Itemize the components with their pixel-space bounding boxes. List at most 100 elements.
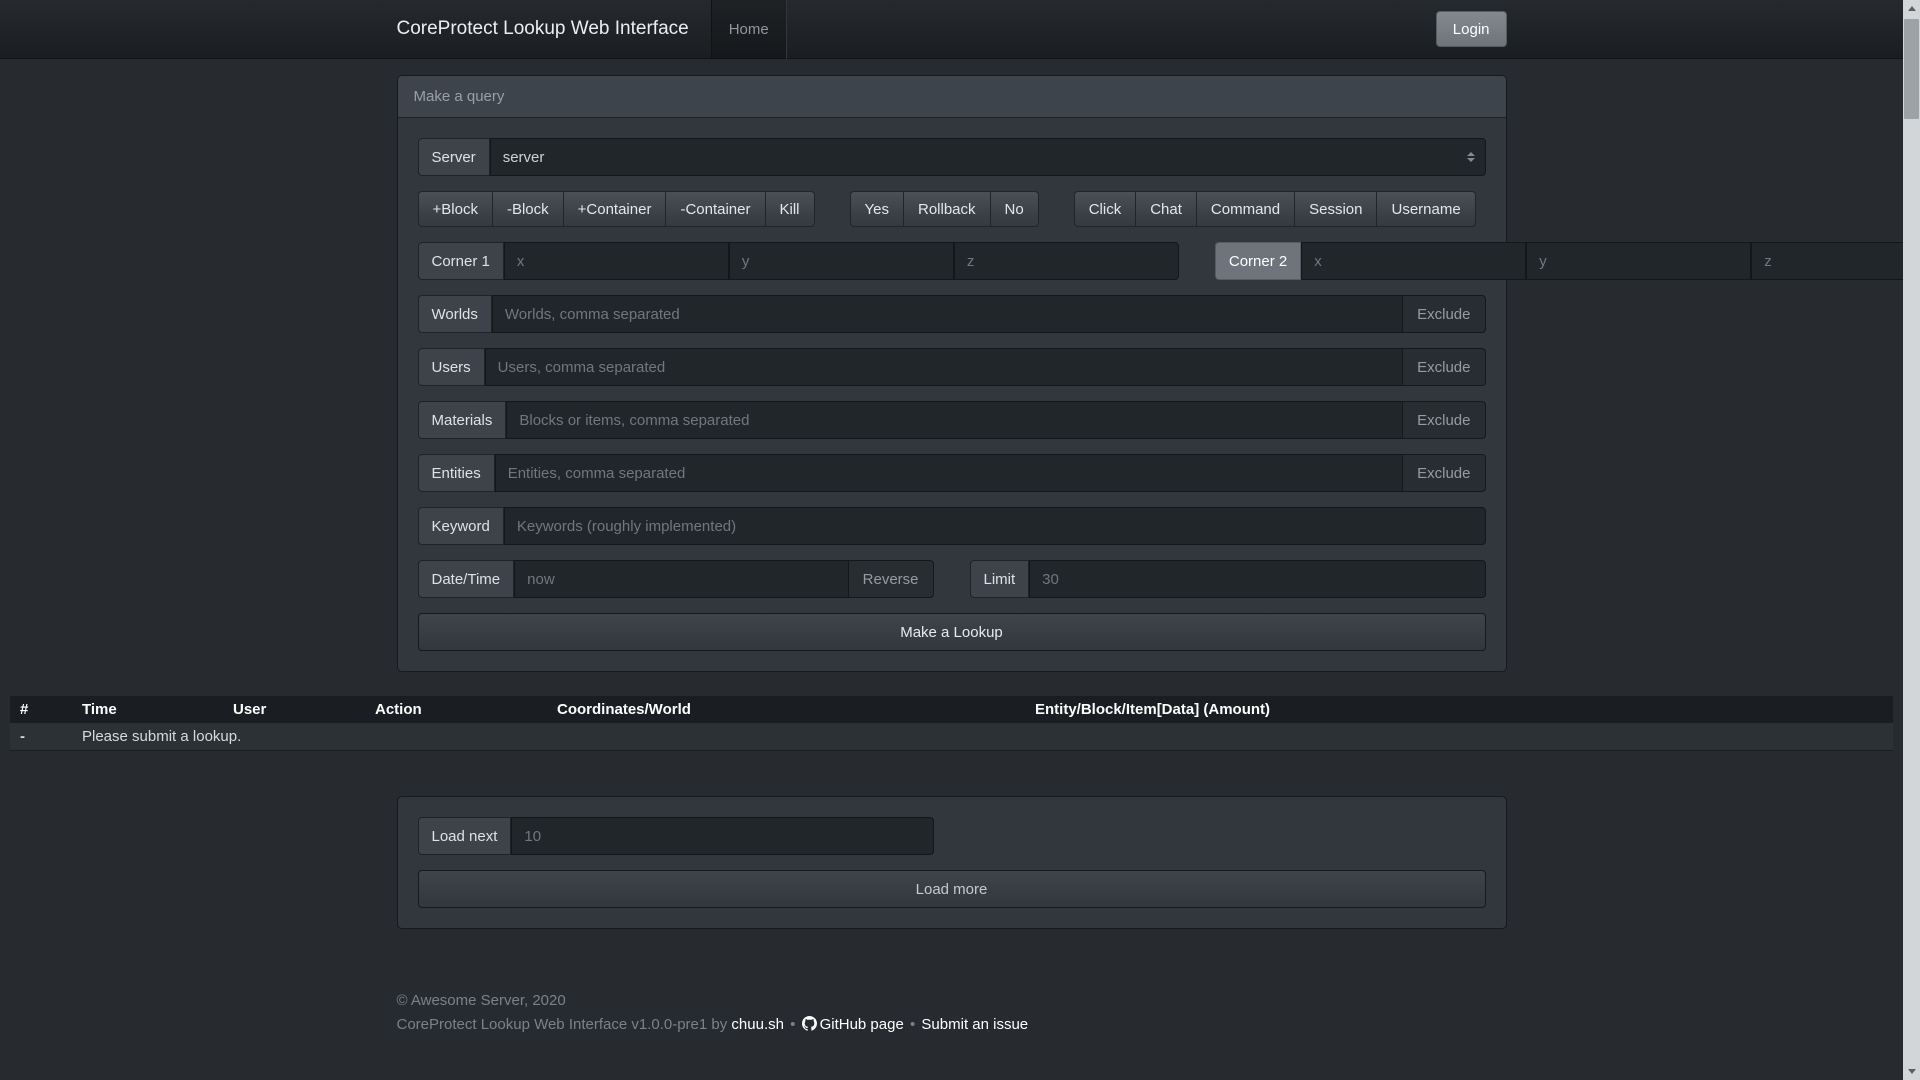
corner1-z-input[interactable]	[954, 242, 1179, 280]
load-next-spacer	[970, 817, 1486, 855]
toggle-session[interactable]: Session	[1294, 191, 1377, 227]
load-next-group: Load next	[418, 817, 934, 855]
app-title: CoreProtect Lookup Web Interface	[397, 18, 689, 40]
toggle-command[interactable]: Command	[1196, 191, 1295, 227]
limit-label: Limit	[970, 560, 1030, 598]
entities-row: Entities Exclude	[418, 454, 1486, 492]
entities-input[interactable]	[495, 454, 1403, 492]
corner1-y-input[interactable]	[729, 242, 954, 280]
navbar-inner: CoreProtect Lookup Web Interface Home Lo…	[382, 0, 1522, 58]
footer: © Awesome Server, 2020 CoreProtect Looku…	[397, 989, 1507, 1037]
materials-exclude-button[interactable]: Exclude	[1402, 401, 1485, 439]
corner2-x-input[interactable]	[1301, 242, 1526, 280]
row-message-cell: Please submit a lookup.	[72, 723, 1893, 751]
keyword-row: Keyword	[418, 507, 1486, 545]
limit-input[interactable]	[1029, 560, 1485, 598]
toggle-kill[interactable]: Kill	[765, 191, 815, 227]
toggle-rollback[interactable]: Rollback	[903, 191, 991, 227]
datetime-limit-row: Date/Time Reverse Limit	[418, 560, 1486, 598]
rollback-mode-group: Yes Rollback No	[850, 191, 1039, 227]
corner1-x-input[interactable]	[504, 242, 729, 280]
navbar: CoreProtect Lookup Web Interface Home Lo…	[0, 0, 1903, 59]
keyword-label: Keyword	[418, 507, 504, 545]
toggle-username[interactable]: Username	[1376, 191, 1475, 227]
nav-home[interactable]: Home	[711, 0, 787, 59]
col-coordinates: Coordinates/World	[547, 696, 1025, 723]
placeholder-row: - Please submit a lookup.	[10, 723, 1893, 751]
worlds-row: Worlds Exclude	[418, 295, 1486, 333]
reverse-button[interactable]: Reverse	[848, 560, 934, 598]
load-next-input[interactable]	[511, 817, 933, 855]
results-header-row: # Time User Action Coordinates/World Ent…	[10, 696, 1893, 723]
server-select-value: server	[503, 149, 545, 166]
toggle-click[interactable]: Click	[1074, 191, 1137, 227]
load-next-row: Load next	[418, 817, 1486, 855]
server-label: Server	[418, 138, 490, 176]
col-entity: Entity/Block/Item[Data] (Amount)	[1025, 696, 1893, 723]
col-index: #	[10, 696, 72, 723]
col-time: Time	[72, 696, 223, 723]
limit-group: Limit	[970, 560, 1486, 598]
toggle-block-remove[interactable]: -Block	[492, 191, 564, 227]
login-button[interactable]: Login	[1436, 11, 1507, 47]
main-container: Make a query Server server +Block -Block…	[382, 75, 1522, 672]
footer-link-chuush[interactable]: chuu.sh	[731, 1016, 784, 1033]
toggle-buttons-row: +Block -Block +Container -Container Kill…	[418, 191, 1486, 227]
datetime-input[interactable]	[514, 560, 849, 598]
toggle-chat[interactable]: Chat	[1135, 191, 1197, 227]
make-lookup-button[interactable]: Make a Lookup	[418, 613, 1486, 651]
datetime-group: Date/Time Reverse	[418, 560, 934, 598]
corner2-group: Corner 2	[1215, 242, 1920, 280]
corner2-label[interactable]: Corner 2	[1215, 242, 1301, 280]
results-table: # Time User Action Coordinates/World Ent…	[10, 696, 1893, 751]
action-type-group: Click Chat Command Session Username	[1074, 191, 1476, 227]
toggle-container-remove[interactable]: -Container	[665, 191, 765, 227]
load-container: Load next Load more © Awesome Server, 20…	[382, 796, 1522, 1037]
footer-credit: CoreProtect Lookup Web Interface v1.0.0-…	[397, 1013, 1507, 1037]
server-select[interactable]: server	[490, 138, 1486, 176]
footer-link-issue[interactable]: Submit an issue	[921, 1016, 1028, 1033]
corner2-z-input[interactable]	[1751, 242, 1920, 280]
row-index-cell: -	[10, 723, 72, 751]
scrollbar[interactable]	[1903, 0, 1920, 1080]
load-more-button[interactable]: Load more	[418, 870, 1486, 908]
worlds-exclude-button[interactable]: Exclude	[1402, 295, 1485, 333]
query-card-title: Make a query	[398, 76, 1506, 118]
load-card-body: Load next Load more	[398, 797, 1506, 928]
entities-exclude-button[interactable]: Exclude	[1402, 454, 1485, 492]
corners-row: Corner 1 Corner 2	[418, 242, 1486, 280]
github-icon	[802, 1016, 817, 1031]
keyword-input[interactable]	[504, 507, 1486, 545]
select-caret-icon	[1467, 152, 1475, 162]
worlds-input[interactable]	[492, 295, 1403, 333]
scroll-up-button[interactable]	[1903, 0, 1920, 17]
block-filter-group: +Block -Block +Container -Container Kill	[418, 191, 815, 227]
load-next-label: Load next	[418, 817, 512, 855]
users-exclude-button[interactable]: Exclude	[1402, 348, 1485, 386]
materials-input[interactable]	[506, 401, 1403, 439]
corner1-group: Corner 1	[418, 242, 1179, 280]
footer-separator: •	[790, 1016, 795, 1033]
query-card: Make a query Server server +Block -Block…	[397, 75, 1507, 672]
footer-separator2: •	[910, 1016, 915, 1033]
toggle-container-add[interactable]: +Container	[563, 191, 667, 227]
corner2-y-input[interactable]	[1526, 242, 1751, 280]
scroll-thumb[interactable]	[1904, 19, 1919, 119]
load-card: Load next Load more	[397, 796, 1507, 929]
toggle-yes[interactable]: Yes	[850, 191, 904, 227]
footer-github-label: GitHub page	[820, 1016, 904, 1033]
query-card-body: Server server +Block -Block +Container -…	[398, 118, 1506, 671]
users-input[interactable]	[485, 348, 1403, 386]
footer-credit-text: CoreProtect Lookup Web Interface v1.0.0-…	[397, 1016, 728, 1033]
users-label: Users	[418, 348, 485, 386]
footer-link-github[interactable]: GitHub page	[802, 1016, 904, 1033]
col-user: User	[223, 696, 365, 723]
entities-label: Entities	[418, 454, 495, 492]
toggle-block-add[interactable]: +Block	[418, 191, 493, 227]
scroll-down-button[interactable]	[1903, 1063, 1920, 1080]
worlds-label: Worlds	[418, 295, 492, 333]
toggle-no[interactable]: No	[990, 191, 1039, 227]
corner1-label: Corner 1	[418, 242, 504, 280]
col-action: Action	[365, 696, 547, 723]
datetime-label: Date/Time	[418, 560, 515, 598]
